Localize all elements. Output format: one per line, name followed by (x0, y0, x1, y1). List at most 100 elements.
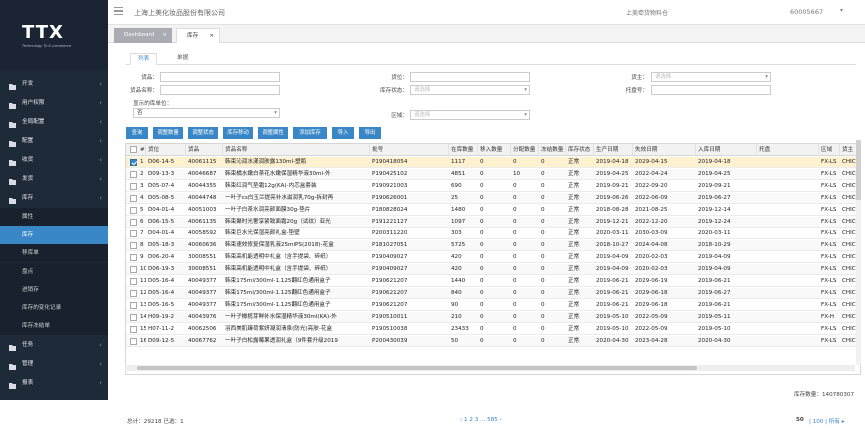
table-row[interactable]: 9 D06-20-4 30008551 韩束高机能透明中礼盒（含手提袋、碎纸） P190… (126, 252, 860, 264)
sidebar-menu-menus3[interactable]: 配置 ‹ (0, 133, 108, 150)
column-header[interactable]: 货品 (186, 144, 223, 156)
sidebar-subitem[interactable]: 属性 (0, 208, 108, 226)
location-input[interactable] (410, 72, 530, 82)
hamburger-menu-icon[interactable] (114, 7, 123, 15)
sidebar-menu-menus1[interactable]: 用户权限 ‹ (0, 95, 108, 112)
table-cell: 2019-04-18 (596, 159, 629, 165)
item-input[interactable] (160, 72, 280, 82)
table-row[interactable]: 1 D06-14-5 40061115 韩束沁润水漾润肤露130ml-塑瓶 P19041… (126, 157, 860, 168)
row-checkbox[interactable] (130, 182, 137, 190)
select-all-checkbox[interactable] (130, 146, 137, 153)
action-button[interactable]: 库存移动 (223, 127, 253, 139)
table-row[interactable]: 13D05-16-5 40049377 韩束175ml/300ml-1.125翻红色… (126, 300, 860, 311)
owner-select[interactable]: 请选择 (651, 72, 771, 82)
action-button[interactable]: 查询 (126, 127, 148, 139)
row-checkbox[interactable] (130, 289, 137, 297)
column-header[interactable]: 移入数量 (478, 144, 511, 156)
sidebar-subitem[interactable]: 盘点 (0, 262, 108, 281)
user-dropdown-icon[interactable]: ▾ (840, 7, 843, 14)
sidebar-menu-menus20[interactable]: 任务 ‹ (0, 337, 108, 354)
table-row[interactable]: 6 D06-15-5 40061135 韩束聚时光奢享紧致面霜20g（试纹）亚光 P19… (126, 216, 860, 228)
table-row[interactable]: 14H09-19-2 40043976 一叶子橄榄芽鲜补水保湿精华液30ml(KA)… (126, 311, 860, 323)
sidebar-menu-menus5[interactable]: 发货 ‹ (0, 171, 108, 188)
sidebar-subitem[interactable]: 进销存 (0, 280, 108, 299)
table-row[interactable]: 11D05-16-4 40049377 韩束175ml/300ml-1.125翻红色… (126, 276, 860, 287)
table-row[interactable]: 2 D09-13-3 40046687 韩束橘水嫩白茶花水嫩保湿精华液30ml-外 P1… (126, 168, 860, 180)
row-checkbox[interactable] (130, 313, 137, 321)
table-row[interactable]: 7 D04-01-4 40058592 韩束巨水光保湿亮颜礼盒-垫壁 P20031122… (126, 228, 860, 240)
column-header[interactable]: 区域 (819, 144, 840, 156)
table-row[interactable]: 3 D05-07-4 40044355 韩束红润气垫霜12g(KA)-内芯盒套装 P19… (126, 181, 860, 192)
area-select[interactable]: 请选择 (410, 110, 530, 120)
column-header[interactable]: 托盘 (757, 144, 819, 156)
vertical-scrollbar[interactable] (856, 140, 861, 365)
column-header[interactable]: 货位 (146, 144, 186, 156)
row-checkbox[interactable] (130, 194, 137, 202)
column-header[interactable]: 生产日期 (594, 144, 633, 156)
page-size-options[interactable]: | 100 | 所有 ▸ (809, 417, 845, 425)
inventory-status-select[interactable]: 请选择 (410, 85, 530, 95)
sidebar-menu-menus0[interactable]: 开发 ‹ (0, 76, 108, 93)
column-header[interactable]: 批号 (370, 144, 449, 156)
display-unit-select[interactable]: 否 (133, 108, 280, 118)
action-button[interactable]: 导出 (359, 127, 381, 139)
sidebar-subitem[interactable]: 移库单 (0, 244, 108, 263)
sidebar-menu-menus4[interactable]: 收货 ‹ (0, 152, 108, 169)
warehouse-name[interactable]: 上美牵货物料仓 (626, 8, 668, 17)
column-header[interactable]: 入库日期 (696, 144, 757, 156)
scroll-thumb[interactable] (137, 366, 697, 370)
table-row[interactable]: 16D09-12-5 40067762 一叶子白松露莓果透润礼盒（9件套升级2019… (126, 335, 860, 347)
table-row[interactable]: 5 D04-01-4 40051003 一叶子白茶水润亮颜面膜30g-垫片 P18082… (126, 205, 860, 216)
close-icon[interactable]: × (209, 29, 214, 43)
item-name-input[interactable] (160, 85, 280, 95)
subtab-list[interactable]: 列表 (130, 53, 158, 65)
column-header[interactable]: 在库数量 (449, 144, 478, 156)
action-button[interactable]: 调整状态 (188, 127, 218, 139)
column-header[interactable]: 失效日期 (633, 144, 696, 156)
pagination[interactable]: ‹ 1 2 3 ... 585 › (460, 417, 502, 423)
table-cell: 2019-04-09 (596, 266, 629, 273)
row-checkbox[interactable] (130, 337, 137, 345)
column-header[interactable]: 分配数量 (511, 144, 539, 156)
row-checkbox[interactable] (130, 301, 137, 309)
row-checkbox[interactable] (130, 278, 137, 285)
column-header[interactable]: 库存状态 (566, 144, 594, 156)
row-checkbox[interactable] (130, 170, 137, 178)
sidebar-menu-menus6[interactable]: 库存 ‹ (0, 190, 108, 207)
tab-inventory[interactable]: 库存 × (176, 28, 220, 43)
row-checkbox[interactable] (130, 159, 137, 166)
sidebar-subitem[interactable]: 库存 (0, 226, 108, 245)
row-checkbox[interactable] (130, 230, 137, 238)
sidebar-subitem[interactable]: 库存的变化记录 (0, 299, 108, 317)
action-button[interactable]: 调整属性 (258, 127, 288, 139)
sidebar-menu-menus21[interactable]: 管理 ‹ (0, 356, 108, 373)
row-checkbox[interactable] (130, 242, 137, 250)
row-checkbox[interactable] (130, 325, 137, 333)
column-header[interactable]: # (138, 144, 146, 156)
table-row[interactable]: 4 D05-08-5 40044748 一叶子cs白玉兰提亮补水滋润乳70g-拆封再 P… (126, 192, 860, 204)
row-checkbox[interactable] (130, 206, 137, 214)
page-size-50[interactable]: 50 (796, 417, 804, 423)
sidebar-menu-menus2[interactable]: 全局配置 ‹ (0, 114, 108, 131)
row-checkbox[interactable] (130, 266, 137, 274)
close-icon[interactable]: × (162, 28, 167, 42)
action-button[interactable]: 添加库存 (293, 127, 327, 139)
action-button[interactable]: 调整数量 (153, 127, 183, 139)
sidebar-menu-menus22[interactable]: 报表 ‹ (0, 375, 108, 392)
user-id[interactable]: 60005667 (790, 8, 823, 16)
table-row[interactable]: 15H07-11-2 40062506 羽西美肌臻荷紫妍凝润清泉(防光)亮肤-花盒 P… (126, 324, 860, 335)
action-button[interactable]: 导入 (332, 127, 354, 139)
table-row[interactable]: 10D06-19-3 30008551 韩束高机能透明中礼盒（含手提袋、碎纸） P19… (126, 264, 860, 276)
subtab-documents[interactable]: 单据 (170, 53, 195, 65)
column-header[interactable]: 货品名称 (223, 144, 370, 156)
pallet-input[interactable] (651, 85, 771, 95)
table-row[interactable]: 8 D05-18-3 40060636 韩束速效修复保湿乳液25mlPS(2018)-… (126, 240, 860, 252)
scroll-thumb[interactable] (856, 140, 861, 200)
row-checkbox[interactable] (130, 254, 137, 262)
horizontal-scrollbar[interactable] (125, 365, 855, 371)
tab-dashboard[interactable]: Dashboard × (114, 28, 172, 43)
sidebar-subitem[interactable]: 库存冻结单 (0, 317, 108, 336)
table-row[interactable]: 12D05-16-4 40049377 韩束175ml/300ml-1.125翻红色… (126, 287, 860, 299)
column-header[interactable]: 冻结数量 (539, 144, 566, 156)
row-checkbox[interactable] (130, 218, 137, 226)
